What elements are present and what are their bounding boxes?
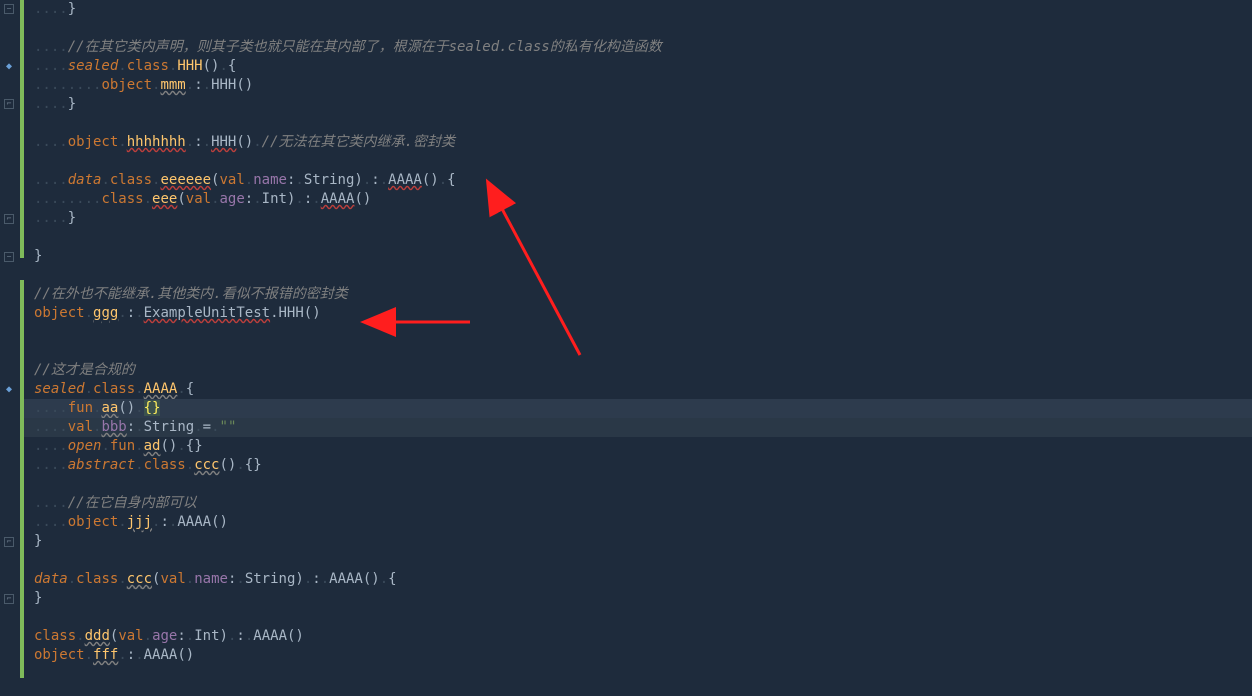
code-line[interactable] [24,342,1252,361]
code-line[interactable]: ....val.bbb:.String.=."" [24,418,1252,437]
code-line[interactable]: } [24,247,1252,266]
code-line[interactable]: ....} [24,209,1252,228]
code-line[interactable] [24,266,1252,285]
code-line[interactable]: ....data.class.eeeeee(val.name:.String).… [24,171,1252,190]
code-line[interactable] [24,114,1252,133]
code-line[interactable]: ....sealed.class.HHH().{ [24,57,1252,76]
code-line[interactable]: ....//在它自身内部可以 [24,494,1252,513]
code-line[interactable] [24,551,1252,570]
editor-gutter: − ◆ ⌐ ⌐ − ◆ ⌐ ⌐ [0,0,20,696]
code-line[interactable]: class.ddd(val.age:.Int).:.AAAA() [24,627,1252,646]
fold-icon[interactable]: − [4,4,14,14]
code-content[interactable]: ....} ....//在其它类内声明，则其子类也就只能在其内部了，根源在于se… [20,0,1252,696]
code-line[interactable]: data.class.ccc(val.name:.String).:.AAAA(… [24,570,1252,589]
fold-end-icon[interactable]: ⌐ [4,99,14,109]
code-line[interactable] [24,608,1252,627]
code-line[interactable]: ....//在其它类内声明，则其子类也就只能在其内部了，根源在于sealed.c… [24,38,1252,57]
code-line[interactable] [24,152,1252,171]
code-line[interactable] [24,475,1252,494]
code-editor[interactable]: − ◆ ⌐ ⌐ − ◆ ⌐ ⌐ ....} ....//在其它类内声明，则其子类… [0,0,1252,696]
code-line[interactable]: ........class.eee(val.age:.Int).:.AAAA() [24,190,1252,209]
code-line[interactable]: } [24,532,1252,551]
fold-end-icon[interactable]: ⌐ [4,537,14,547]
code-line[interactable]: //在外也不能继承.其他类内.看似不报错的密封类 [24,285,1252,304]
code-line[interactable]: ....object.jjj.:.AAAA() [24,513,1252,532]
code-line[interactable]: ....abstract.class.ccc().{} [24,456,1252,475]
fold-end-icon[interactable]: ⌐ [4,214,14,224]
code-line[interactable]: sealed.class.AAAA.{ [24,380,1252,399]
code-line[interactable]: ........object.mmm.:.HHH() [24,76,1252,95]
kotlin-class-icon[interactable]: ◆ [2,383,16,397]
code-line[interactable]: ....open.fun.ad().{} [24,437,1252,456]
code-line[interactable]: ....} [24,95,1252,114]
fold-end-icon[interactable]: ⌐ [4,594,14,604]
code-line[interactable]: object.fff.:.AAAA() [24,646,1252,665]
code-line[interactable]: //这才是合规的 [24,361,1252,380]
code-line[interactable]: ....} [24,0,1252,19]
code-line[interactable]: ....fun.aa().{} [24,399,1252,418]
code-line[interactable] [24,228,1252,247]
fold-icon[interactable]: − [4,252,14,262]
code-line[interactable] [24,19,1252,38]
kotlin-class-icon[interactable]: ◆ [2,60,16,74]
code-line[interactable]: object.ggg.:.ExampleUnitTest.HHH() [24,304,1252,323]
code-line[interactable] [24,323,1252,342]
code-line[interactable]: ....object.hhhhhhh.:.HHH().//无法在其它类内继承.密… [24,133,1252,152]
code-line[interactable]: } [24,589,1252,608]
